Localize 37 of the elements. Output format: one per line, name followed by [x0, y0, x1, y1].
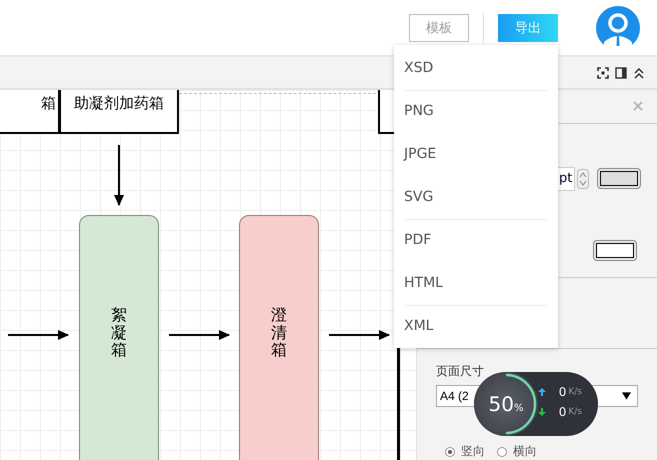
tank-shape: 絮凝箱	[79, 215, 159, 460]
diagram-box: 助凝剂加药箱	[59, 90, 179, 134]
page-size-label: 页面尺寸	[436, 363, 485, 380]
upload-speed: 0	[558, 385, 566, 399]
percent-sign: %	[514, 402, 524, 414]
download-arrow-icon	[538, 408, 546, 416]
avatar-icon[interactable]	[596, 6, 640, 50]
radio-label: 竖向	[461, 443, 485, 460]
menu-item[interactable]: PDF	[394, 219, 558, 262]
spinner-icon[interactable]	[577, 168, 590, 189]
menu-item[interactable]: XSD	[394, 47, 558, 90]
menu-item[interactable]: HTML	[394, 262, 558, 305]
radio-label: 横向	[513, 443, 537, 460]
arrow	[113, 145, 125, 207]
radio-button[interactable]	[497, 446, 507, 457]
speed-unit: K/s	[568, 387, 582, 397]
arrow	[169, 329, 231, 341]
color-swatch[interactable]	[597, 168, 642, 190]
arrow	[329, 329, 391, 341]
diagram-box: 箱	[0, 90, 60, 134]
download-speed: 0	[558, 405, 566, 419]
line-width-field[interactable]: pt	[556, 166, 576, 191]
radio-button[interactable]	[445, 446, 455, 457]
fullscreen-icon[interactable]	[597, 66, 609, 78]
speed-unit: K/s	[568, 407, 582, 417]
menu-item[interactable]: JPGE	[394, 133, 558, 176]
usage-percent: 50	[488, 392, 514, 416]
menu-item[interactable]: PNG	[394, 90, 558, 133]
menu-item[interactable]: SVG	[394, 176, 558, 219]
tank-shape: 澄清箱	[239, 215, 319, 460]
arrow	[8, 329, 70, 341]
panel-toggle-icon[interactable]	[615, 66, 627, 78]
color-swatch[interactable]	[593, 240, 637, 261]
menu-item[interactable]: XML	[394, 305, 558, 348]
collapse-icon[interactable]	[633, 66, 645, 78]
dropdown-caret-icon	[622, 392, 631, 400]
upload-arrow-icon	[538, 388, 546, 396]
